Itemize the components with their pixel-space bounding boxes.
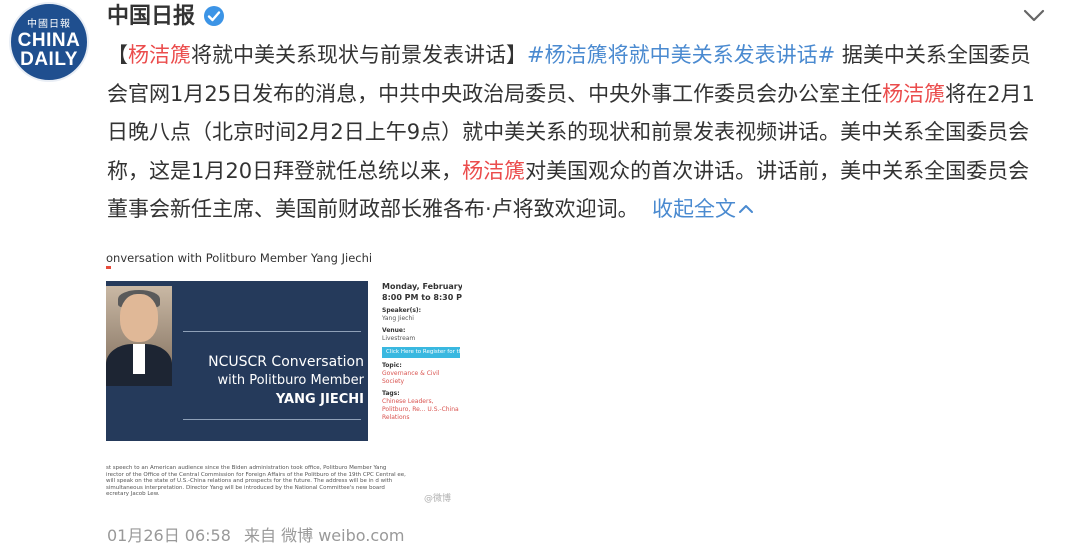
post-image[interactable]: onversation with Politburo Member Yang J… — [106, 244, 462, 506]
portrait-shirt — [133, 344, 145, 374]
image-red-marker — [106, 266, 111, 269]
speaker-portrait — [106, 286, 172, 386]
banner-divider — [183, 331, 361, 332]
collapse-full-text-link[interactable]: 收起全文 — [639, 197, 754, 221]
venue-label: Venue: — [382, 327, 406, 334]
tags-label: Tags: — [382, 390, 400, 397]
mention-name[interactable]: 杨洁篪 — [462, 159, 525, 183]
account-avatar[interactable]: 中國日報 CHINA DAILY — [9, 2, 89, 82]
avatar-logo-line1: CHINA — [17, 30, 81, 51]
register-button: Click Here to Register for the — [382, 347, 460, 358]
collapse-label: 收起全文 — [652, 197, 737, 221]
post-text-segment: 【 — [107, 43, 128, 67]
venue-value: Livestream — [382, 335, 416, 342]
chevron-down-icon[interactable] — [1022, 8, 1046, 24]
avatar-logo-line2: DAILY — [20, 49, 78, 70]
post-text: 【杨洁篪将就中美关系现状与前景发表讲话】#杨洁篪将就中美关系发表讲话# 据美中关… — [107, 36, 1047, 229]
speakers-value: Yang Jiechi — [382, 315, 414, 322]
mention-name[interactable]: 杨洁篪 — [882, 82, 945, 106]
account-name[interactable]: 中国日报 — [107, 2, 195, 32]
portrait-face — [120, 294, 158, 342]
verified-badge-icon — [204, 6, 224, 26]
avatar-small-text: 中國日報 — [27, 19, 71, 30]
weibo-watermark: @微博 — [424, 494, 452, 504]
event-date: Monday, February — [382, 282, 462, 291]
post-source: 来自 微博 weibo.com — [244, 526, 405, 545]
chevron-up-icon — [739, 205, 754, 213]
post-text-segment: 将就中美关系现状与前景发表讲话】 — [191, 43, 527, 67]
banner-divider — [183, 419, 361, 420]
mention-name[interactable]: 杨洁篪 — [128, 43, 191, 67]
banner-line-2: with Politburo Member — [217, 373, 364, 388]
topic-label: Topic: — [382, 362, 402, 369]
event-time: 8:00 PM to 8:30 PM — [382, 293, 462, 302]
post-meta: 01月26日 06:58 来自 微博 weibo.com — [107, 522, 413, 546]
hashtag-link[interactable]: #杨洁篪将就中美关系发表讲话# — [527, 43, 835, 67]
post-timestamp[interactable]: 01月26日 06:58 — [107, 526, 231, 545]
banner-line-3: YANG JIECHI — [275, 392, 364, 407]
image-page-title: onversation with Politburo Member Yang J… — [106, 251, 373, 265]
event-details: Monday, February 8:00 PM to 8:30 PM Spea… — [382, 281, 462, 422]
tags-value: Chinese Leaders, Politburo, Re... U.S.-C… — [382, 398, 459, 421]
banner-line-1: NCUSCR Conversation — [208, 354, 364, 370]
image-caption-text: st speech to an American audience since … — [106, 465, 406, 497]
topic-value: Governance & Civil Society — [382, 370, 440, 385]
speakers-label: Speaker(s): — [382, 307, 422, 314]
